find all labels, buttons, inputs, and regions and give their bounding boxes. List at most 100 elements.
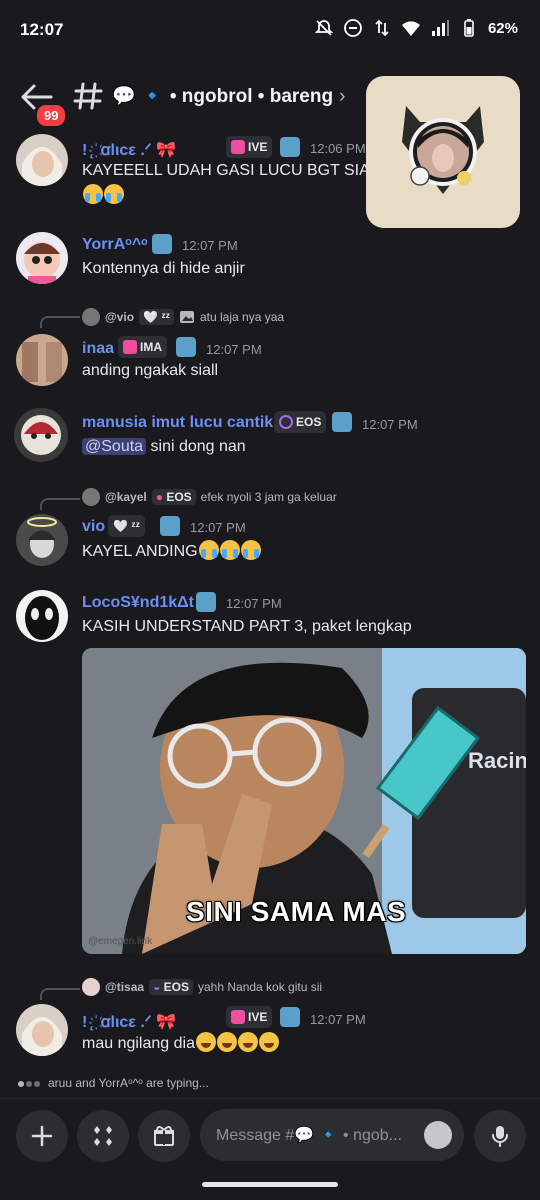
avatar[interactable]	[14, 408, 68, 462]
reply-role-tag: 🤍 ᶻᶻ	[139, 309, 174, 325]
meme-caption: SINI SAMA MAS	[186, 896, 407, 927]
username[interactable]: manusia imut lucu cantik	[82, 414, 273, 432]
timestamp: 12:07 PM	[226, 596, 282, 611]
role-tag-label: IVE	[248, 140, 268, 154]
avatar-image	[16, 514, 68, 566]
hash-icon	[73, 82, 103, 110]
reply-preview[interactable]: @tisaa ◒ EOS yahh Nanda kok gitu sii	[82, 978, 322, 996]
voice-message-button[interactable]	[474, 1110, 526, 1162]
message-composer: Message #💬 🔹 • ngob...	[0, 1098, 540, 1170]
message-text-body: mau ngilang dia	[82, 1035, 195, 1052]
chevron-right-icon: ›	[339, 86, 346, 107]
system-nav-bar	[0, 1170, 540, 1200]
reply-username: @tisaa	[105, 980, 145, 994]
heart-icon	[231, 140, 245, 154]
crying-emoji-icon	[198, 540, 219, 560]
avatar[interactable]	[16, 134, 68, 186]
server-badge-icon	[176, 337, 196, 357]
meme-watermark: @emegen.link	[88, 936, 153, 947]
message-image-attachment[interactable]: Racin Fer SINI SAMA MAS @emegen.link	[82, 648, 526, 954]
dnd-bell-icon	[314, 20, 334, 36]
server-badge-icon	[196, 592, 216, 612]
reply-preview[interactable]: @kayel ● EOS efek nyoli 3 jam ga keluar	[82, 488, 337, 506]
reply-avatar	[82, 308, 100, 326]
role-tag-label: IVE	[248, 1010, 268, 1024]
reply-text: yahh Nanda kok gitu sii	[198, 980, 323, 994]
reply-spine	[40, 316, 80, 328]
message-text: KAYEEELL UDAH GASI LUCU BGT SIA	[82, 162, 370, 179]
reply-avatar	[82, 488, 100, 506]
avatar[interactable]	[16, 590, 68, 642]
username[interactable]: LocoS¥nd1kΔt	[82, 594, 194, 612]
avatar[interactable]	[16, 1004, 68, 1056]
timestamp: 12:07 PM	[310, 1012, 366, 1027]
reply-preview[interactable]: @vio 🤍 ᶻᶻ atu laja nya yaa	[82, 308, 284, 326]
gift-button[interactable]	[138, 1110, 190, 1162]
username[interactable]: vio	[82, 518, 105, 536]
timestamp: 12:07 PM	[206, 342, 262, 357]
message-text-body: KAYEL ANDING	[82, 543, 198, 560]
server-icon-card[interactable]	[366, 76, 520, 228]
status-time: 12:07	[20, 20, 64, 39]
reply-role-tag-label: EOS	[166, 490, 192, 504]
timestamp: 12:07 PM	[190, 520, 246, 535]
reply-text: atu laja nya yaa	[200, 310, 285, 324]
reply-spine	[40, 498, 80, 510]
unread-badge: 99	[34, 102, 69, 129]
reply-role-tag-label: EOS	[163, 980, 189, 994]
server-badge-icon	[280, 137, 300, 157]
rofl-emoji-icon	[258, 1032, 279, 1052]
apps-button[interactable]	[77, 1110, 129, 1162]
role-tag-label: IMA	[140, 340, 162, 354]
home-indicator[interactable]	[202, 1182, 338, 1187]
avatar-image	[16, 1004, 68, 1056]
add-attachment-button[interactable]	[16, 1110, 68, 1162]
role-tag: 🤍 ᶻᶻ	[108, 515, 145, 537]
channel-name-label: 💬 🔹 • ngobrol • bareng	[112, 86, 334, 107]
server-avatar-image	[402, 106, 484, 194]
timestamp: 12:07 PM	[182, 238, 238, 253]
wifi-icon	[401, 21, 420, 36]
username[interactable]: inaa	[82, 340, 114, 358]
username[interactable]: YorrAᵒ^ᵒ	[82, 236, 148, 254]
plus-icon	[31, 1125, 53, 1147]
skull-icon: ●	[155, 490, 163, 504]
reply-username: @vio	[105, 310, 135, 324]
role-tag: IMA	[118, 336, 167, 358]
reply-avatar	[82, 978, 100, 996]
username[interactable]: ! ̨ ҉ ꭤlιcε .ᐟ 🎀	[82, 1010, 176, 1032]
message-list[interactable]: ! ̨ ҉ ꭤlιcε .ᐟ 🎀 IVE 12:06 PM KAYEEELL U…	[0, 134, 540, 1098]
role-tag: EOS	[274, 411, 327, 433]
message-text-body: sini dong nan	[150, 438, 246, 455]
message-text: anding ngakak siall	[82, 362, 219, 379]
avatar[interactable]	[16, 514, 68, 566]
data-arrows-icon	[375, 19, 389, 37]
message-input[interactable]: Message #💬 🔹 • ngob...	[200, 1109, 464, 1161]
heart-icon	[123, 340, 137, 354]
server-badge-icon	[152, 234, 172, 254]
message-text: KAYEL ANDING	[82, 540, 261, 561]
moon-icon: ◒	[153, 980, 161, 994]
role-tag: IVE	[226, 1006, 273, 1028]
avatar[interactable]	[16, 334, 68, 386]
rofl-emoji-icon	[195, 1032, 216, 1052]
reply-text: efek nyoli 3 jam ga keluar	[200, 490, 337, 504]
message-text: @Souta sini dong nan	[82, 438, 246, 456]
username[interactable]: ! ̨ ҉ ꭤlιcε .ᐟ 🎀	[82, 138, 176, 160]
message-text: Kontennya di hide anjir	[82, 260, 245, 277]
message-text: KASIH UNDERSTAND PART 3, paket lengkap	[82, 618, 412, 635]
emoji-icon[interactable]	[424, 1121, 452, 1149]
typing-dots-icon	[18, 1076, 42, 1090]
moon-icon	[279, 415, 293, 429]
channel-name[interactable]: 💬 🔹 • ngobrol • bareng ›	[112, 84, 345, 108]
typing-text: aruu and YorrAᵒ^ᵒ are typing...	[48, 1076, 209, 1090]
microphone-icon	[492, 1126, 508, 1147]
message-input-placeholder: Message #💬 🔹 • ngob...	[216, 1127, 402, 1144]
reply-role-tag: ● EOS	[151, 489, 196, 505]
crying-emoji-icon	[219, 540, 240, 560]
gift-icon	[154, 1126, 174, 1146]
avatar[interactable]	[16, 232, 68, 284]
user-mention[interactable]: @Souta	[82, 438, 147, 455]
reply-spine	[40, 988, 80, 1000]
server-badge-icon	[280, 1007, 300, 1027]
